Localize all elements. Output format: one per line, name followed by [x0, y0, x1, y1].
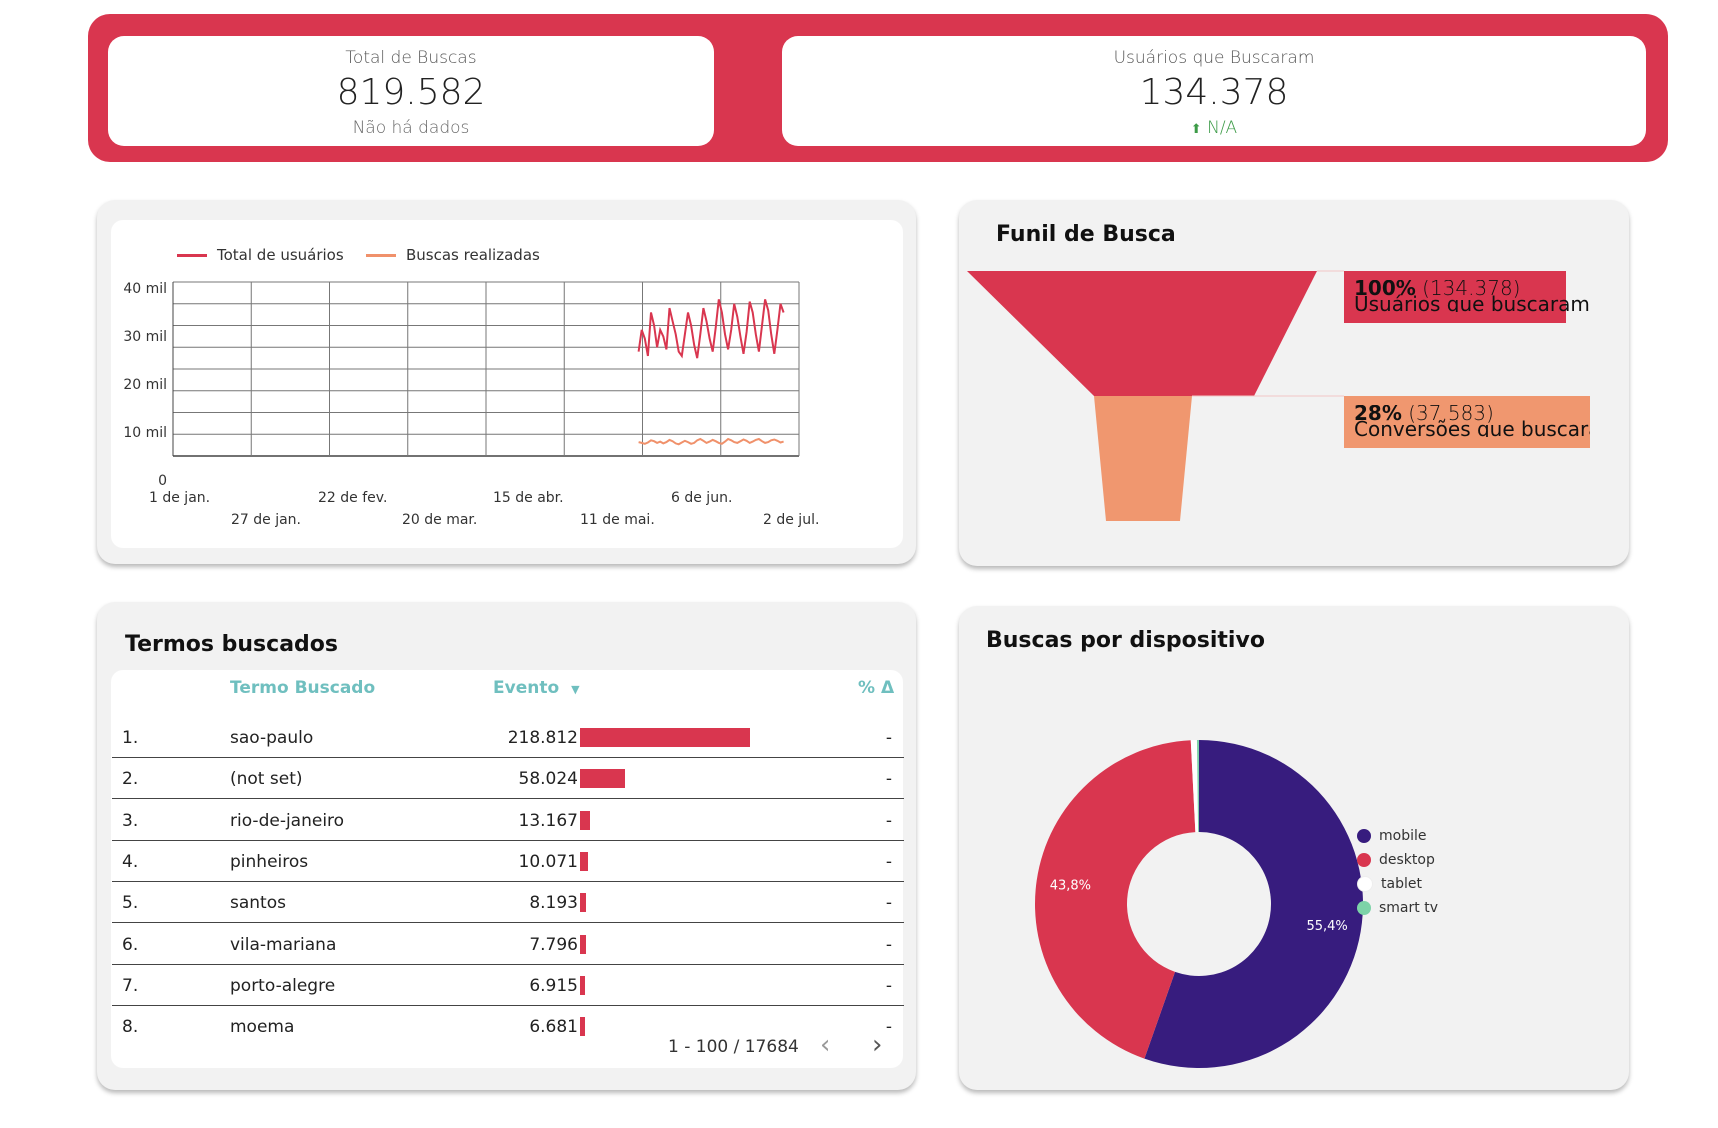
row-index: 8. [122, 1017, 139, 1038]
event-value-cell: 58.024 [518, 769, 578, 790]
line-chart-card: Total de usuários Buscas realizadas 40 m… [111, 220, 903, 548]
term-cell: moema [230, 1017, 295, 1038]
slice-label: 43,8% [1050, 878, 1091, 893]
slice-label: 55,4% [1306, 919, 1347, 934]
delta-cell: - [885, 851, 892, 872]
legend-swatch [1357, 829, 1371, 843]
prev-page-icon[interactable]: ‹ [820, 1030, 830, 1060]
legend-item-desktop[interactable]: desktop [1357, 849, 1435, 871]
event-bar [580, 893, 587, 913]
table-row[interactable]: 4. pinheiros 10.071 - [112, 840, 904, 882]
funnel-panel: Funil de Busca 100% (134.378) Usuários q… [959, 200, 1629, 566]
kpi-usuarios-buscaram: Usuários que Buscaram 134.378 ⬆ N/A [782, 36, 1646, 146]
funnel-stage-label: 28% (37.583) Conversões que buscaram [1344, 405, 1590, 437]
series-line-total-usuarios [637, 299, 785, 359]
event-value-cell: 6.915 [529, 975, 578, 996]
table-row[interactable]: 5. santos 8.193 - [112, 881, 904, 924]
device-chart-title: Buscas por dispositivo [986, 628, 1265, 653]
row-index: 7. [122, 975, 139, 996]
term-cell: santos [230, 893, 286, 914]
line-chart-plot [172, 281, 800, 457]
legend-label: mobile [1379, 828, 1427, 844]
terms-table-title: Termos buscados [125, 632, 338, 657]
term-cell: rio-de-janeiro [230, 810, 345, 831]
row-index: 4. [122, 851, 139, 872]
funnel-chart [967, 270, 1590, 521]
table-row[interactable]: 7. porto-alegre 6.915 - [112, 964, 904, 1006]
delta-cell: - [885, 1017, 892, 1038]
delta-cell: - [885, 975, 892, 996]
col-header-delta[interactable]: % Δ [858, 678, 894, 698]
event-bar [580, 810, 591, 830]
legend-swatch [1357, 876, 1373, 892]
col-header-event[interactable]: Evento ▼ [493, 678, 580, 698]
legend-label: tablet [1381, 876, 1422, 892]
term-cell: porto-alegre [230, 975, 336, 996]
event-value-cell: 7.796 [529, 934, 578, 955]
legend-item-tablet[interactable]: tablet [1357, 873, 1422, 895]
event-value-cell: 13.167 [518, 810, 578, 831]
kpi-comparison: ⬆ N/A [782, 118, 1646, 138]
pagination-info: 1 - 100 / 17684 [668, 1037, 799, 1057]
legend-swatch [1357, 853, 1371, 867]
next-page-icon[interactable]: › [872, 1030, 882, 1060]
term-cell: sao-paulo [230, 728, 314, 748]
event-bar [580, 1017, 586, 1037]
series-line-buscas-realizadas [638, 437, 784, 446]
event-bar [580, 769, 626, 789]
delta-cell: - [885, 769, 892, 790]
term-cell: (not set) [230, 769, 303, 790]
term-cell: vila-mariana [230, 934, 337, 955]
sort-desc-icon: ▼ [571, 683, 580, 696]
funnel-stage-name: Conversões que buscaram [1354, 417, 1590, 437]
table-row[interactable]: 1. sao-paulo 218.812 - [112, 716, 904, 758]
col-header-event-label: Evento [493, 678, 560, 698]
kpi-comparison-text: N/A [1207, 118, 1238, 138]
event-value-cell: 218.812 [507, 728, 578, 748]
legend-label: desktop [1379, 852, 1435, 868]
event-value-cell: 6.681 [529, 1017, 578, 1038]
row-index: 5. [122, 893, 139, 914]
col-header-term[interactable]: Termo Buscado [230, 678, 375, 698]
kpi-band: Total de Buscas 819.582 Não há dados Usu… [88, 14, 1668, 162]
row-index: 2. [122, 769, 139, 790]
kpi-comparison: Não há dados [352, 118, 470, 138]
device-panel: Buscas por dispositivo 55,4% 43,8% mobile… [959, 606, 1629, 1090]
kpi-label: Total de Buscas [345, 48, 477, 68]
funnel-stage-conversoes[interactable] [1094, 396, 1192, 521]
event-bar [580, 934, 587, 954]
funnel-stage-label: 100% (134.378) Usuários que buscaram [1344, 280, 1590, 312]
event-bar [580, 975, 586, 995]
kpi-value: 134.378 [1139, 72, 1289, 113]
event-value-cell: 8.193 [529, 893, 578, 914]
event-bar [580, 851, 588, 871]
delta-cell: - [885, 810, 892, 831]
delta-cell: - [885, 934, 892, 955]
line-chart-panel: Total de usuários Buscas realizadas 40 m… [97, 200, 916, 564]
delta-cell: - [885, 893, 892, 914]
kpi-label: Usuários que Buscaram [1113, 48, 1315, 68]
term-cell: pinheiros [230, 851, 309, 872]
up-arrow-icon: ⬆ [1190, 122, 1202, 137]
table-row[interactable]: 3. rio-de-janeiro 13.167 - [112, 799, 904, 841]
table-row[interactable]: 2. (not set) 58.024 - [112, 757, 904, 800]
row-index: 3. [122, 810, 139, 831]
funnel-stage-usuarios[interactable] [967, 271, 1317, 396]
legend-swatch [1357, 901, 1371, 915]
legend-label: smart tv [1379, 900, 1438, 916]
row-index: 6. [122, 934, 139, 955]
kpi-total-buscas: Total de Buscas 819.582 Não há dados [108, 36, 714, 146]
kpi-value: 819.582 [336, 72, 486, 113]
legend-item-mobile[interactable]: mobile [1357, 825, 1426, 847]
event-value-cell: 10.071 [518, 851, 578, 872]
table-row[interactable]: 6. vila-mariana 7.796 - [112, 923, 904, 965]
row-index: 1. [122, 728, 139, 748]
event-bar [580, 728, 750, 747]
delta-cell: - [885, 728, 892, 748]
donut-chart: 55,4% 43,8% [1035, 740, 1363, 1068]
funnel-stage-name: Usuários que buscaram [1354, 292, 1590, 312]
legend-item-smart-tv[interactable]: smart tv [1357, 897, 1438, 919]
